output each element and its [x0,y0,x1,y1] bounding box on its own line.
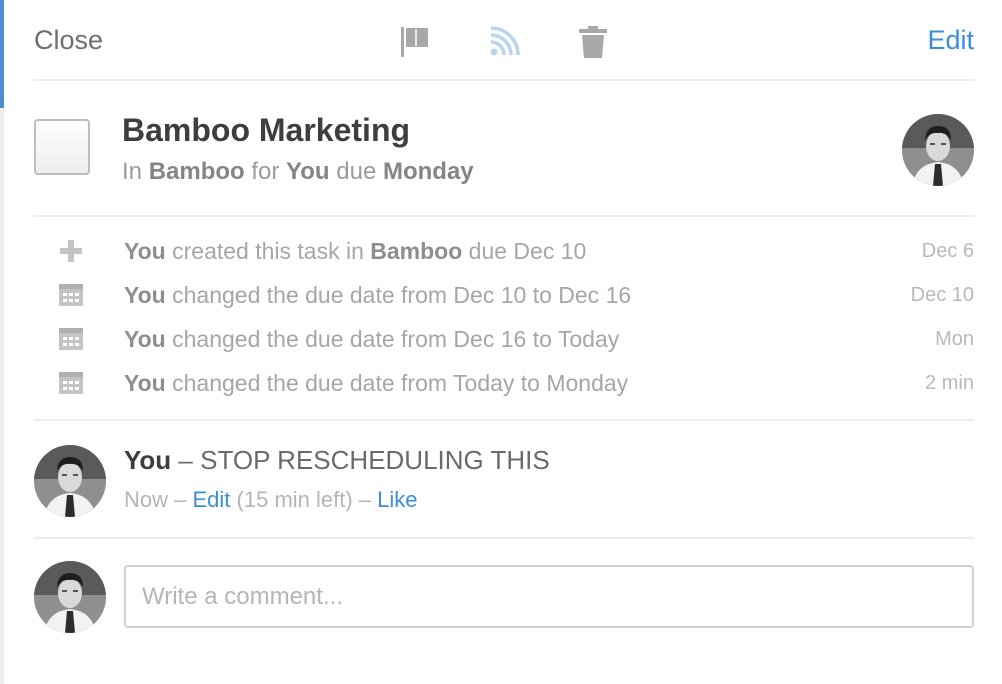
activity-actor[interactable]: You [124,238,166,264]
comment-time: Now – [124,487,187,512]
activity-item: You created this task in Bamboo due Dec … [34,232,974,272]
comment-item: You – STOP RESCHEDULING THIS Now – Edit … [34,421,974,539]
comment-body: You – STOP RESCHEDULING THIS [124,445,550,476]
activity-project-link[interactable]: Bamboo [370,238,462,264]
task-due-date[interactable]: Monday [383,158,474,185]
activity-item: You changed the due date from Dec 10 to … [34,276,974,316]
comment-composer [34,539,974,684]
comment-input[interactable] [124,565,974,628]
task-meta: In Bamboo for You due Monday [122,158,474,186]
activity-actor[interactable]: You [124,370,166,396]
task-project-link[interactable]: Bamboo [149,158,245,185]
activity-desc: created this task in [172,238,364,264]
left-panel-edge [0,0,4,684]
task-meta-in: In [122,158,143,185]
activity-text: You changed the due date from Today to M… [124,370,628,397]
plus-icon [58,238,84,264]
calendar-icon [58,326,84,352]
calendar-icon [58,282,84,308]
task-header: Bamboo Marketing In Bamboo for You due M… [34,81,974,217]
activity-desc-tail: due Dec 10 [468,238,587,264]
activity-actor[interactable]: You [124,326,166,352]
activity-item: You changed the due date from Today to M… [34,364,974,404]
comment-author[interactable]: You [124,445,171,475]
current-user-avatar [34,561,106,633]
activity-text: You changed the due date from Dec 16 to … [124,326,619,353]
comment-edit-note: (15 min left) – [236,487,372,512]
activity-time: Dec 6 [921,240,974,262]
close-button[interactable]: Close [34,25,103,56]
activity-item: You changed the due date from Dec 16 to … [34,320,974,360]
comment-meta: Now – Edit (15 min left) – Like [124,487,418,513]
edit-button[interactable]: Edit [927,25,974,56]
comment-like-link[interactable]: Like [377,487,417,512]
activity-time: 2 min [925,372,974,394]
comment-edit-link[interactable]: Edit [192,487,230,512]
task-assignee[interactable]: You [286,158,330,185]
rss-feed-icon[interactable] [487,25,521,59]
task-detail-panel: Close Edit Bamboo Marketing In Bamboo fo… [34,0,974,684]
comment-text: – STOP RESCHEDULING THIS [178,445,550,475]
activity-text: You changed the due date from Dec 10 to … [124,282,631,309]
activity-desc: changed the due date from Today to Monda… [172,370,629,396]
activity-desc: changed the due date from Dec 16 to Toda… [172,326,620,352]
task-meta-for: for [251,158,280,185]
comment-author-avatar[interactable] [34,445,106,517]
activity-feed: You created this task in Bamboo due Dec … [34,217,974,421]
trash-icon[interactable] [576,25,610,59]
activity-desc: changed the due date from Dec 10 to Dec … [172,282,632,308]
task-title[interactable]: Bamboo Marketing [122,112,410,149]
left-panel-accent [0,0,4,108]
flag-icon[interactable] [398,25,432,59]
assignee-avatar[interactable] [902,114,974,186]
task-toolbar: Close Edit [34,0,974,81]
activity-text: You created this task in Bamboo due Dec … [124,238,586,265]
activity-time: Dec 10 [910,284,974,306]
task-meta-due: due [336,158,377,185]
calendar-icon [58,370,84,396]
activity-time: Mon [935,328,974,350]
activity-actor[interactable]: You [124,282,166,308]
task-complete-checkbox[interactable] [34,119,90,175]
